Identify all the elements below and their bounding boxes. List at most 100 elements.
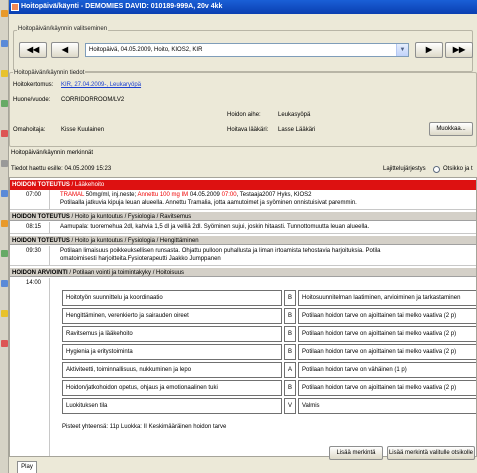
doctor-value: Lasse Lääkäri — [278, 127, 316, 133]
entry-header-nutrition[interactable]: HOIDON TOTEUTUS / Hoito ja kuntoutus / F… — [10, 211, 476, 221]
entry-text-line1: Potilaan limaisuus poikkeuksellisen runs… — [60, 248, 381, 254]
toolbar-icon-10[interactable] — [1, 280, 8, 287]
status-bar: Play — [9, 461, 477, 473]
room-value: CORRIDORROOM/LV2 — [61, 97, 125, 103]
drug-date: 04.05.2009 — [188, 192, 222, 198]
record-link[interactable]: KIR, 27.04.2009-, Leukaryöpä — [61, 82, 141, 88]
evaluation-row[interactable]: Ravitsemus ja lääkehoito B Potilaan hoid… — [62, 326, 476, 342]
evaluation-area: Hengittäminen, verenkierto ja sairauden … — [62, 308, 282, 324]
entry-text: Potilaan limaisuus poikkeuksellisen runs… — [60, 246, 476, 263]
evaluation-row[interactable]: Hengittäminen, verenkierto ja sairauden … — [62, 308, 476, 324]
sort-option-label: Otsikko ja t — [443, 166, 473, 172]
drug-name: TRAMAL — [60, 192, 85, 198]
toolbar-icon-5[interactable] — [1, 130, 8, 137]
evaluation-area: Aktiviteetti, toiminnallisuus, nukkumine… — [62, 362, 282, 378]
evaluation-desc: Potilaan hoidon tarve on vähäinen (1 p) — [298, 362, 476, 378]
left-toolbar-strip — [0, 0, 9, 473]
next-visit-button[interactable]: ▶ — [415, 42, 443, 58]
evaluation-row[interactable]: Hoidon/jatkohoidon opetus, ohjaus ja emo… — [62, 380, 476, 396]
toolbar-icon-12[interactable] — [1, 340, 8, 347]
evaluation-summary: Pisteet yhteensä: 11p Luokka: II Keskimä… — [62, 424, 227, 430]
room-label: Huone/vuode: — [13, 97, 51, 103]
visit-selection-label: Hoitopäivän/käynnin valitseminen — [17, 26, 109, 32]
toolbar-icon-3[interactable] — [1, 70, 8, 77]
toolbar-icon-8[interactable] — [1, 220, 8, 227]
entry-header-path: / Lääkehoito — [69, 182, 105, 188]
play-tab[interactable]: Play — [17, 461, 37, 473]
entry-header-evaluation[interactable]: HOIDON ARVIOINTI / Potilaan vointi ja to… — [10, 267, 476, 277]
toolbar-icon-9[interactable] — [1, 250, 8, 257]
entry-time: 08:15 — [16, 222, 50, 233]
add-note-to-heading-button[interactable]: Lisää merkintä valitulle otsikolle — [387, 446, 475, 460]
entry-evaluation[interactable]: 14:00 Hoitotyön suunnittelu ja koordinaa… — [10, 278, 476, 456]
entry-time: 07:00 — [16, 190, 50, 209]
sort-order-label: Lajittelujärjestys — [383, 166, 426, 172]
evaluation-row[interactable]: Aktiviteetti, toiminnallisuus, nukkumine… — [62, 362, 476, 378]
drug-dose: Annettu 100 mg IM — [137, 192, 189, 198]
entry-time: 09:30 — [16, 246, 50, 265]
first-visit-button[interactable]: ◀◀ — [19, 42, 47, 58]
evaluation-grade: V — [284, 398, 296, 414]
toolbar-icon-7[interactable] — [1, 190, 8, 197]
evaluation-desc: Valmis — [298, 398, 476, 414]
main-content: Hoitopäivän/käynnin valitseminen ◀◀ ◀ Ho… — [9, 14, 477, 473]
entry-nutrition[interactable]: 08:15 Aamupala: tuoremehua 2dl, kahvia 1… — [10, 222, 476, 234]
evaluation-desc: Hoitosuunnitelman laatiminen, arvioimine… — [298, 290, 476, 306]
entry-header-medication[interactable]: HOIDON TOTEUTUS / Lääkehoito — [10, 180, 476, 190]
subject-label: Hoidon aihe: — [227, 112, 261, 118]
nurse-label: Omahoitaja: — [13, 127, 46, 133]
entry-header-path: / Hoito ja kuntoutus / Fysiologia / Heng… — [69, 238, 199, 244]
evaluation-row[interactable]: Hygienia ja eritystoiminta B Potilaan ho… — [62, 344, 476, 360]
sort-radio[interactable] — [433, 166, 440, 173]
add-note-button[interactable]: Lisää merkintä — [329, 446, 383, 460]
app-window: Hoitopäivä/käynti - DEMOMIES DAVID: 0101… — [0, 0, 477, 473]
evaluation-row[interactable]: Luokituksen tila V Valmis — [62, 398, 476, 414]
toolbar-icon-4[interactable] — [1, 100, 8, 107]
visit-select[interactable]: Hoitopäivä, 04.05.2009, Hoito, KIOS2, KI… — [85, 43, 409, 57]
entry-header-breathing[interactable]: HOIDON TOTEUTUS / Hoito ja kuntoutus / F… — [10, 235, 476, 245]
toolbar-icon-11[interactable] — [1, 310, 8, 317]
drug-form: 50mg/ml, inj.neste; — [84, 192, 138, 198]
evaluation-desc: Potilaan hoidon tarve on ajoittainen tai… — [298, 308, 476, 324]
previous-visit-button[interactable]: ◀ — [51, 42, 79, 58]
entry-text-line2: Potilaalla jatkuvia kipuja leuan alueell… — [60, 200, 357, 206]
evaluation-grade: B — [284, 344, 296, 360]
entry-medication[interactable]: 07:00 TRAMAL 50mg/ml, inj.neste; Annettu… — [10, 190, 476, 210]
evaluation-grade: B — [284, 308, 296, 324]
notes-panel[interactable]: HOIDON TOTEUTUS / Lääkehoito 07:00 TRAMA… — [9, 177, 477, 457]
entry-header-title: HOIDON TOTEUTUS — [12, 182, 70, 188]
drug-time: 07:00 — [221, 192, 237, 198]
record-label: Hoitokertomus: — [13, 82, 54, 88]
evaluation-area: Luokituksen tila — [62, 398, 282, 414]
evaluation-desc: Potilaan hoidon tarve on ajoittainen tai… — [298, 344, 476, 360]
toolbar-icon-6[interactable] — [1, 160, 8, 167]
evaluation-desc: Potilaan hoidon tarve on ajoittainen tai… — [298, 380, 476, 396]
evaluation-grade: B — [284, 290, 296, 306]
entry-text: TRAMAL 50mg/ml, inj.neste; Annettu 100 m… — [60, 190, 476, 207]
entry-header-title: HOIDON TOTEUTUS — [12, 214, 70, 220]
toolbar-icon-2[interactable] — [1, 40, 8, 47]
entry-time: 14:00 — [16, 278, 50, 456]
entry-text: Aamupala: tuoremehua 2dl, kahvia 1,5 dl … — [60, 224, 370, 230]
entry-breathing[interactable]: 09:30 Potilaan limaisuus poikkeuksellise… — [10, 246, 476, 266]
subject-value: Leukasyöpä — [278, 112, 311, 118]
edit-details-button[interactable]: Muokkaa... — [429, 122, 473, 136]
evaluation-area: Hoitotyön suunnittelu ja koordinaatio — [62, 290, 282, 306]
evaluation-area: Ravitsemus ja lääkehoito — [62, 326, 282, 342]
toolbar-icon-1[interactable] — [1, 10, 8, 17]
entry-header-title: HOIDON ARVIOINTI — [12, 270, 68, 276]
drug-by: , Testaaja2007 Hyks, KIOS2 — [236, 192, 312, 198]
doctor-label: Hoitava lääkäri: — [227, 127, 269, 133]
entry-header-path: / Hoito ja kuntoutus / Fysiologia / Ravi… — [69, 214, 192, 220]
window-app-icon — [11, 3, 19, 11]
entry-text-line1: TRAMAL 50mg/ml, inj.neste; Annettu 100 m… — [60, 191, 476, 199]
window-title: Hoitopäivä/käynti - DEMOMIES DAVID: 0101… — [21, 3, 223, 10]
evaluation-area: Hygienia ja eritystoiminta — [62, 344, 282, 360]
last-visit-button[interactable]: ▶▶ — [445, 42, 473, 58]
chevron-down-icon[interactable]: ▼ — [396, 44, 408, 56]
window-title-bar[interactable]: Hoitopäivä/käynti - DEMOMIES DAVID: 0101… — [9, 0, 477, 14]
notes-fetched-label: Tiedot haettu esille: 04.05.2009 15:23 — [11, 166, 112, 172]
entry-text-line2: omatoimisesti harjoitteita.Fysioterapeut… — [60, 256, 221, 262]
nurse-value: Kisse Kuulainen — [61, 127, 105, 133]
evaluation-row[interactable]: Hoitotyön suunnittelu ja koordinaatio B … — [62, 290, 476, 306]
